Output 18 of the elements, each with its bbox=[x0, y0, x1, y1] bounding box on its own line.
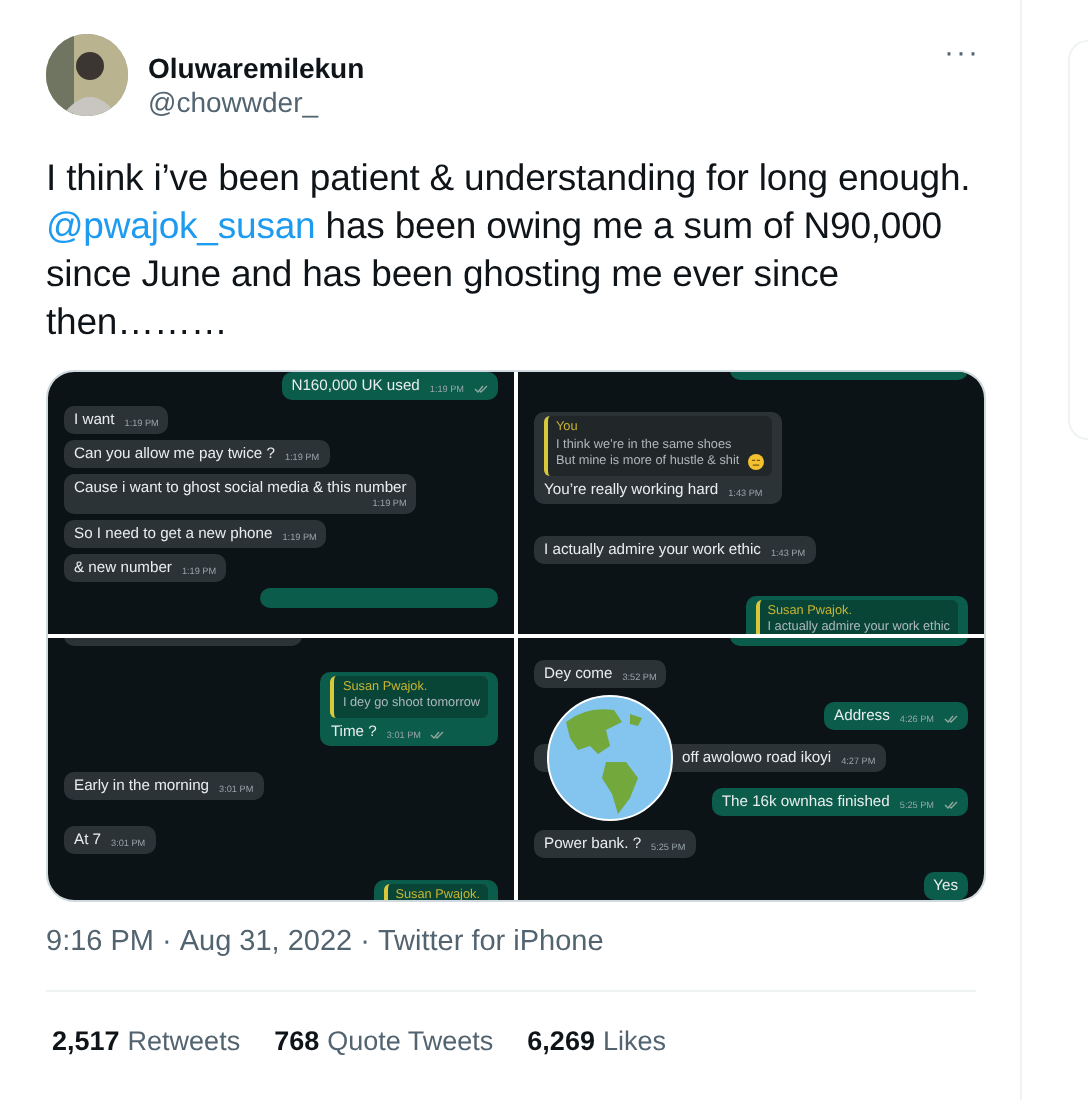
globe-icon bbox=[546, 694, 674, 822]
tweet-text: I think i’ve been patient & understanding for long enough. @pwajok_susan has been owing me a sum of N90,000 since June and has been ghosting me ever since then……… bbox=[46, 154, 973, 346]
read-receipt-icon bbox=[944, 799, 958, 810]
read-receipt-icon bbox=[474, 384, 488, 394]
author-handle[interactable]: @chowwder_ bbox=[148, 86, 924, 120]
read-receipt-icon bbox=[430, 729, 445, 740]
source-label[interactable]: Twitter for iPhone bbox=[377, 924, 604, 960]
stat-link[interactable]: 768 Quote Tweets bbox=[274, 1022, 494, 1063]
read-receipt-icon bbox=[944, 714, 958, 725]
stat-link[interactable]: 2,517 Retweets bbox=[52, 1022, 241, 1063]
separator-dot: · bbox=[360, 924, 370, 960]
tweet-time: 9:16 PM bbox=[46, 924, 154, 960]
separator-dot: · bbox=[162, 924, 172, 960]
avatar[interactable] bbox=[46, 34, 128, 116]
more-button[interactable]: ··· bbox=[940, 42, 984, 66]
tweet-date[interactable]: Aug 31, 2022 bbox=[179, 924, 353, 960]
author-name[interactable]: Oluwaremilekun bbox=[148, 52, 924, 86]
stat-link[interactable]: 6,269 Likes bbox=[527, 1022, 666, 1063]
